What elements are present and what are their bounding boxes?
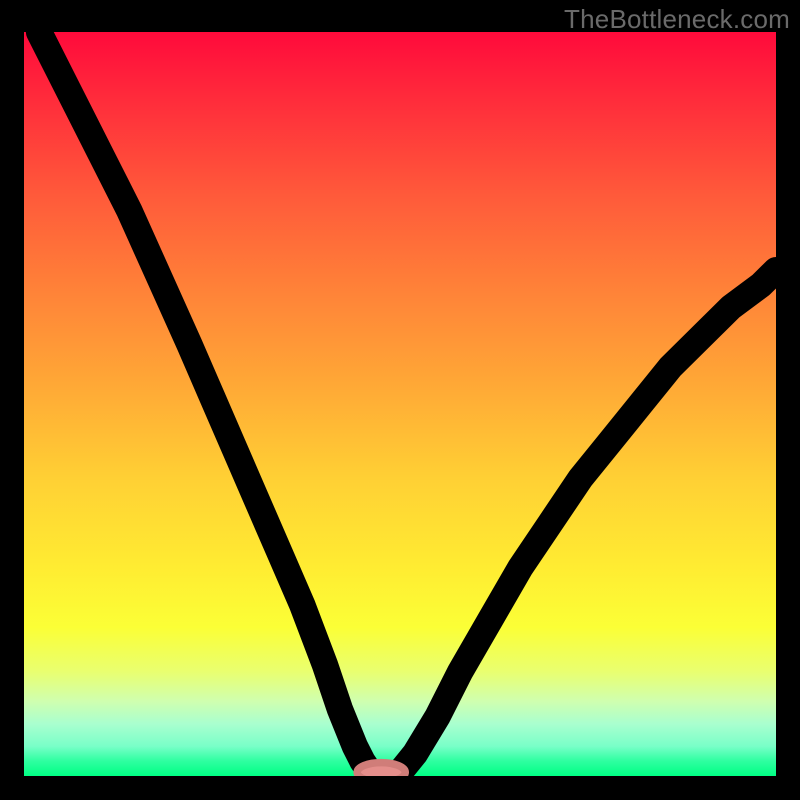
curve-left-branch — [39, 32, 370, 772]
minimum-marker — [357, 763, 405, 776]
watermark-text: TheBottleneck.com — [564, 4, 790, 35]
bottleneck-curve — [24, 32, 776, 776]
plot-area — [24, 32, 776, 776]
curve-right-branch — [400, 270, 776, 772]
chart-frame: TheBottleneck.com — [0, 0, 800, 800]
